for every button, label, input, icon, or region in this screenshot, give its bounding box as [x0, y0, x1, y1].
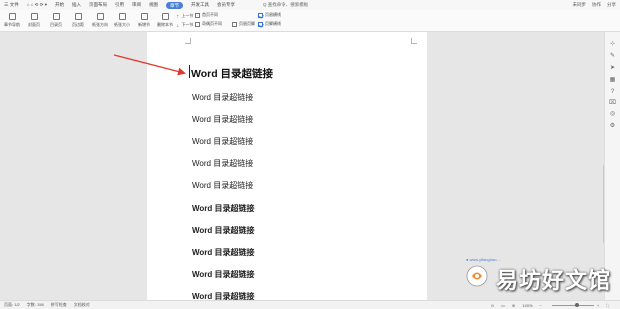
status-bar: 页面: 1/2 字数: 156 拼写检查 文档校对 ⊙ ▭ ⊕ 120% − +…: [0, 300, 620, 309]
select-icon[interactable]: ⊹: [609, 40, 616, 47]
watermark-logo-icon: [466, 265, 488, 287]
spellcheck-toggle[interactable]: 拼写检查: [51, 302, 67, 308]
doc-check-button[interactable]: 文档校对: [74, 302, 90, 308]
layout-icon[interactable]: ▭: [501, 303, 505, 308]
settings-icon[interactable]: ⚙: [609, 122, 616, 129]
word-count[interactable]: 字数: 156: [27, 302, 44, 308]
pen-icon[interactable]: ✎: [609, 52, 616, 59]
web-view-icon[interactable]: ⊕: [512, 303, 515, 308]
help-icon[interactable]: ?: [609, 88, 616, 95]
page-count: 页面: 1/2: [4, 302, 20, 307]
watermark-text: 易坊好文馆: [496, 269, 612, 294]
watermark: ● www.yifanghao... 易坊好文馆: [466, 257, 616, 294]
share-icon[interactable]: ◎: [609, 110, 616, 117]
lock-icon[interactable]: ⌧: [609, 99, 616, 106]
view-mode-icon[interactable]: ⊙: [491, 303, 494, 308]
watermark-url: ● www.yifanghao...: [466, 257, 500, 262]
grid-icon[interactable]: ▦: [609, 76, 616, 83]
zoom-slider[interactable]: [551, 303, 594, 307]
zoom-value[interactable]: 120%: [522, 303, 532, 308]
fit-page-icon[interactable]: ⛶: [606, 303, 609, 308]
cursor-icon[interactable]: ➤: [609, 64, 616, 71]
zoom-slider-thumb[interactable]: [574, 303, 579, 307]
zoom-out-button[interactable]: −: [540, 303, 542, 308]
zoom-in-button[interactable]: +: [597, 303, 599, 308]
